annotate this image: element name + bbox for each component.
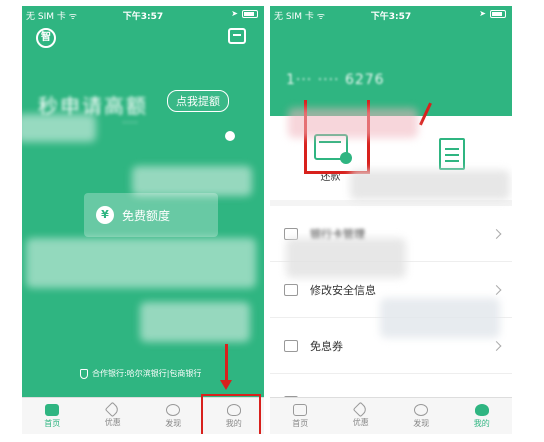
privacy-blur: [22, 114, 96, 142]
tag-icon: [104, 401, 121, 418]
tab-label: 发现: [165, 418, 182, 428]
location-icon: ➤: [231, 9, 238, 18]
tab-label: 优惠: [352, 418, 369, 427]
tab-label: 首页: [292, 418, 309, 428]
tab-label: 优惠: [104, 418, 121, 427]
privacy-blur: [286, 238, 406, 278]
phone-number: 1··· ···· 6276: [286, 72, 385, 88]
tag-icon: [352, 401, 369, 418]
status-icons: ➤: [479, 9, 506, 18]
privacy-blur: [288, 108, 418, 138]
privacy-blur: [350, 170, 510, 200]
tab-label: 发现: [413, 418, 430, 428]
tab-offers[interactable]: 优惠: [331, 398, 392, 434]
tab-discover[interactable]: 发现: [143, 398, 204, 434]
free-quota-label: 免费额度: [122, 208, 171, 223]
chevron-right-icon: [491, 340, 502, 351]
status-bar: 无 SIM 卡 ᯤ 下午3:57 ➤: [22, 6, 264, 24]
raise-limit-button[interactable]: 点我提额: [167, 90, 229, 112]
battery-icon: [242, 9, 258, 18]
tab-mine[interactable]: 我的: [452, 398, 513, 434]
home-icon: [293, 403, 308, 416]
free-quota-button[interactable]: ¥ 免费额度: [84, 193, 218, 237]
status-bar: 无 SIM 卡 ᯤ 下午3:57 ➤: [270, 6, 512, 24]
status-icons: ➤: [231, 9, 258, 18]
yen-icon: ¥: [96, 206, 114, 224]
tab-label: 首页: [44, 418, 61, 428]
location-icon: ➤: [479, 9, 486, 18]
indicator-dot: [225, 131, 235, 141]
list-item-label: 修改安全信息: [310, 283, 376, 297]
annotation-box: [201, 394, 261, 434]
app-logo-icon[interactable]: 智: [36, 28, 56, 48]
privacy-blur: [380, 298, 500, 338]
partner-text: 合作银行:哈尔滨银行|包商银行: [92, 369, 202, 378]
promo-subtext: ·····: [122, 118, 138, 129]
user-icon: [474, 403, 489, 416]
screenshot-stage: 无 SIM 卡 ᯤ 下午3:57 ➤ 智 秒申请高额 点我提额 ····· ¥ …: [0, 0, 544, 442]
tab-discover[interactable]: 发现: [391, 398, 452, 434]
list-item-label: 免息券: [310, 339, 343, 353]
tab-home[interactable]: 首页: [270, 398, 331, 434]
message-icon[interactable]: [228, 28, 246, 44]
chevron-right-icon: [491, 284, 502, 295]
privacy-blur: [26, 238, 256, 288]
clock: 下午3:57: [122, 12, 164, 22]
chevron-right-icon: [491, 228, 502, 239]
home-screen: 无 SIM 卡 ᯤ 下午3:57 ➤ 智 秒申请高额 点我提额 ····· ¥ …: [22, 6, 264, 434]
shield-icon: [80, 368, 88, 379]
tab-offers[interactable]: 优惠: [83, 398, 144, 434]
tab-home[interactable]: 首页: [22, 398, 83, 434]
tab-label: 我的: [473, 418, 490, 428]
battery-icon: [490, 9, 506, 18]
home-icon: [45, 403, 60, 416]
compass-icon: [166, 403, 181, 416]
privacy-blur: [140, 302, 250, 342]
partner-banks: 合作银行:哈尔滨银行|包商银行: [80, 368, 201, 379]
annotation-arrow: [220, 344, 232, 390]
coupon-icon: [284, 339, 298, 352]
compass-icon: [414, 403, 429, 416]
security-icon: [284, 283, 298, 296]
privacy-blur: [132, 166, 252, 196]
mine-screen: 无 SIM 卡 ᯤ 下午3:57 ➤ 1··· ···· 6276 还款 银行卡…: [270, 6, 512, 434]
tab-bar: 首页 优惠 发现 我的: [270, 397, 512, 434]
clock: 下午3:57: [370, 12, 412, 22]
bill-document-icon: [438, 138, 465, 170]
